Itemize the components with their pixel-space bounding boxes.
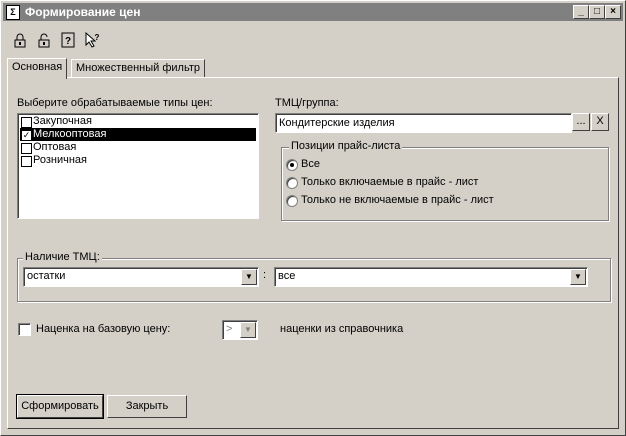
tab-main[interactable]: Основная <box>7 58 68 79</box>
availability-right-select[interactable]: все ▼ <box>274 267 588 287</box>
whats-this-icon[interactable]: ? <box>83 31 101 49</box>
chevron-down-icon[interactable]: ▼ <box>570 269 586 285</box>
main-window: Σ Формирование цен _ □ × ? ? Основная Мн… <box>0 0 626 436</box>
checkbox[interactable] <box>21 156 32 167</box>
radio-excluded[interactable] <box>286 195 298 207</box>
availability-separator: : <box>263 269 267 281</box>
tab-multi-filter[interactable]: Множественный фильтр <box>71 59 205 78</box>
radio-excluded-label[interactable]: Только не включаемые в прайс - лист <box>301 194 494 206</box>
close-button[interactable]: Закрыть <box>107 395 187 418</box>
tmc-group-label: ТМЦ/группа: <box>275 97 339 109</box>
price-list-group-label: Позиции прайс-листа <box>289 140 403 152</box>
chevron-down-icon[interactable]: ▼ <box>241 269 257 285</box>
radio-included-label[interactable]: Только включаемые в прайс - лист <box>301 176 478 188</box>
minimize-button[interactable]: _ <box>573 5 589 19</box>
form-button[interactable]: Сформировать <box>16 394 104 419</box>
tool-lock-icon[interactable] <box>11 32 29 49</box>
help-icon[interactable]: ? <box>59 32 77 49</box>
markup-hint: наценки из справочника <box>280 323 404 335</box>
clear-button[interactable]: X <box>591 113 609 131</box>
availability-group-label: Наличие ТМЦ: <box>23 251 102 263</box>
tool-unlock-icon[interactable] <box>35 32 53 49</box>
radio-included[interactable] <box>286 177 298 189</box>
title-bar[interactable]: Σ Формирование цен _ □ × <box>3 3 623 21</box>
checkbox[interactable] <box>21 143 32 154</box>
availability-left-select[interactable]: остатки ▼ <box>23 267 259 287</box>
app-icon[interactable]: Σ <box>6 5 20 20</box>
chevron-down-icon[interactable]: ▼ <box>240 322 256 338</box>
radio-all-label[interactable]: Все <box>301 158 320 170</box>
list-item[interactable]: ✓ Мелкооптовая <box>20 128 256 141</box>
checkbox[interactable]: ✓ <box>21 130 32 141</box>
price-types-label: Выберите обрабатываемые типы цен: <box>17 97 213 109</box>
svg-text:?: ? <box>65 36 71 47</box>
markup-operator-select[interactable]: > ▼ <box>222 320 258 340</box>
window-title: Формирование цен <box>25 5 141 19</box>
checkbox[interactable] <box>21 117 32 128</box>
browse-button[interactable]: ... <box>572 113 590 131</box>
radio-all[interactable] <box>286 159 298 171</box>
tmc-group-field[interactable]: Кондитерские изделия <box>275 113 572 133</box>
markup-checkbox-label[interactable]: Наценка на базовую цену: <box>36 323 170 335</box>
svg-text:?: ? <box>95 33 100 42</box>
markup-checkbox[interactable] <box>18 323 31 336</box>
close-window-button[interactable]: × <box>605 5 621 19</box>
maximize-button[interactable]: □ <box>589 5 605 19</box>
price-types-list[interactable]: Закупочная ✓ Мелкооптовая Оптовая Розничн… <box>17 113 259 219</box>
